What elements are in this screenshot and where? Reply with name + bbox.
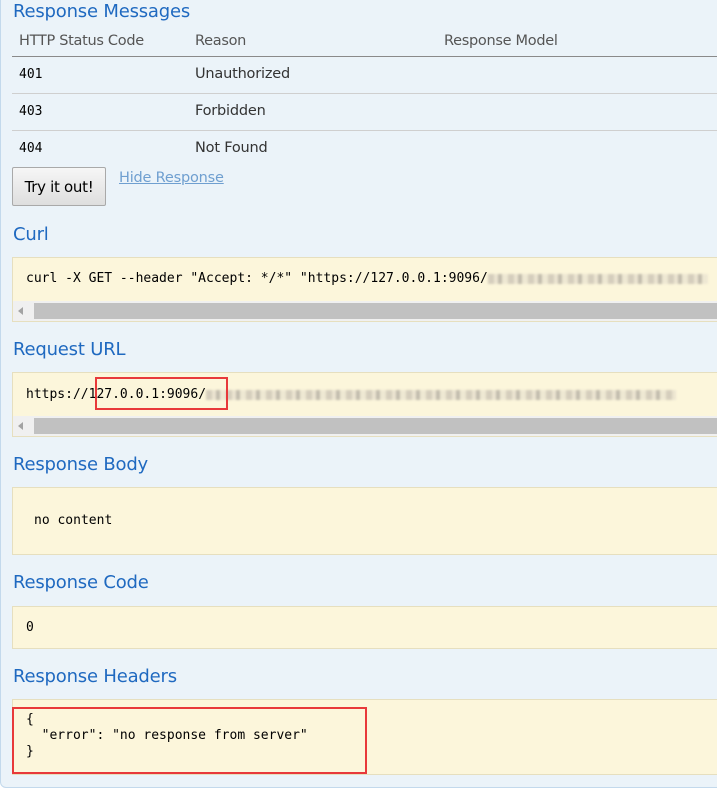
scrollbar-thumb[interactable] <box>34 418 717 434</box>
hide-response-link[interactable]: Hide Response <box>119 170 224 186</box>
horizontal-scrollbar[interactable] <box>13 301 717 321</box>
redacted-path <box>487 273 708 284</box>
scroll-left-arrow-icon[interactable] <box>18 422 23 430</box>
curl-command-text: curl -X GET --header "Accept: */*" "http… <box>26 271 488 286</box>
status-reason: Unauthorized <box>195 66 290 82</box>
column-header-status-code: HTTP Status Code <box>19 33 144 49</box>
status-code: 404 <box>19 141 43 156</box>
table-row: 401 Unauthorized <box>12 57 717 94</box>
request-url-heading: Request URL <box>13 339 126 360</box>
highlight-box-error <box>12 707 367 774</box>
url-scheme: https:// <box>26 387 89 402</box>
response-code-value: 0 <box>26 620 34 635</box>
curl-command: curl -X GET --header "Accept: */*" "http… <box>26 271 708 286</box>
column-header-response-model: Response Model <box>444 33 558 49</box>
status-code: 401 <box>19 67 43 82</box>
table-row: 404 Not Found <box>12 131 717 167</box>
response-code-block: 0 <box>12 606 717 649</box>
horizontal-scrollbar[interactable] <box>13 416 717 436</box>
curl-code-block: curl -X GET --header "Accept: */*" "http… <box>12 257 717 322</box>
highlight-box-host <box>95 377 228 410</box>
status-code: 403 <box>19 104 43 119</box>
response-body-value: no content <box>34 513 113 528</box>
response-body-heading: Response Body <box>13 454 149 475</box>
response-headers-heading: Response Headers <box>13 666 177 687</box>
status-reason: Not Found <box>195 140 268 156</box>
response-body-block: no content <box>12 487 717 555</box>
column-header-reason: Reason <box>195 33 247 49</box>
curl-heading: Curl <box>13 224 49 245</box>
try-it-out-button[interactable]: Try it out! <box>12 167 106 206</box>
table-row: 403 Forbidden <box>12 94 717 131</box>
scrollbar-thumb[interactable] <box>34 303 717 319</box>
status-reason: Forbidden <box>195 103 266 119</box>
response-messages-heading: Response Messages <box>13 1 191 22</box>
scroll-left-arrow-icon[interactable] <box>18 307 23 315</box>
redacted-path <box>206 389 677 400</box>
response-messages-table: HTTP Status Code Reason Response Model 4… <box>12 30 717 167</box>
response-code-heading: Response Code <box>13 572 149 593</box>
table-header: HTTP Status Code Reason Response Model <box>12 30 717 57</box>
